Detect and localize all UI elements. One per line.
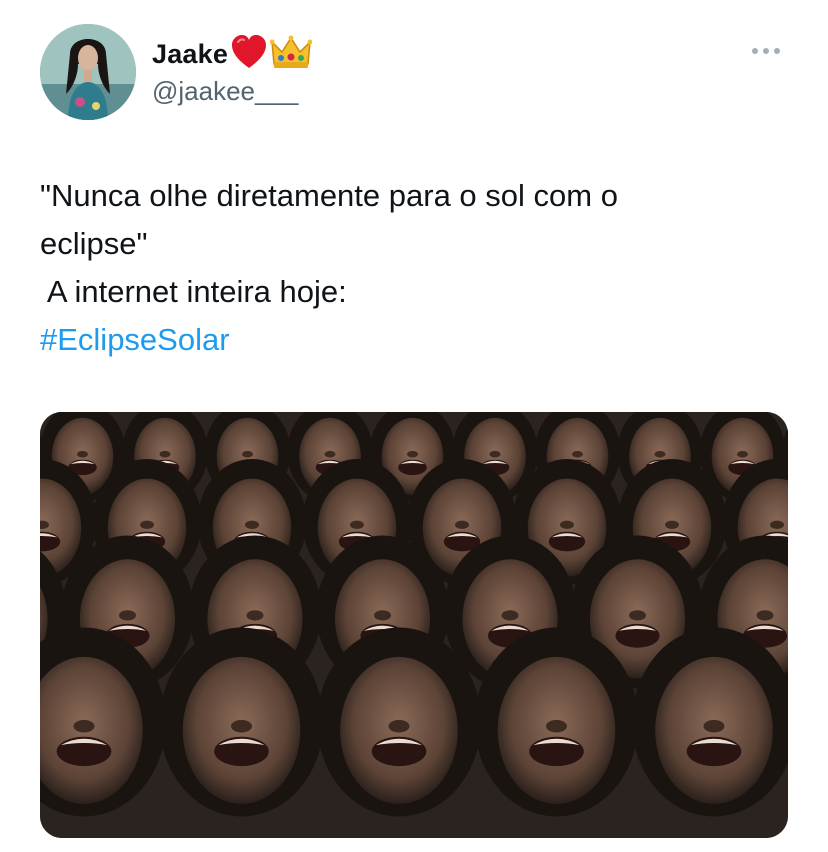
meme-face bbox=[474, 627, 639, 817]
tweet-media-image[interactable] bbox=[40, 412, 788, 838]
meme-face bbox=[317, 627, 481, 817]
meme-image bbox=[40, 412, 788, 838]
tweet-text-line: "Nunca olhe diretamente para o sol com o bbox=[40, 178, 618, 213]
author-name-row[interactable]: Jaake bbox=[152, 34, 313, 75]
tweet-text: "Nunca olhe diretamente para o sol com o… bbox=[40, 172, 800, 364]
more-horizontal-icon[interactable] bbox=[752, 44, 788, 58]
crown-icon bbox=[269, 34, 313, 75]
more-dot bbox=[774, 48, 780, 54]
more-dot bbox=[752, 48, 758, 54]
avatar[interactable] bbox=[40, 24, 136, 120]
tweet-text-line: A internet inteira hoje: bbox=[40, 274, 347, 309]
hashtag-link[interactable]: #EclipseSolar bbox=[40, 316, 800, 364]
author-display-name[interactable]: Jaake bbox=[152, 39, 228, 70]
author-handle[interactable]: @jaakee___ bbox=[152, 76, 298, 107]
red-heart-icon bbox=[230, 34, 268, 75]
tweet-text-line: eclipse" bbox=[40, 226, 148, 261]
meme-face bbox=[159, 627, 324, 817]
more-dot bbox=[763, 48, 769, 54]
